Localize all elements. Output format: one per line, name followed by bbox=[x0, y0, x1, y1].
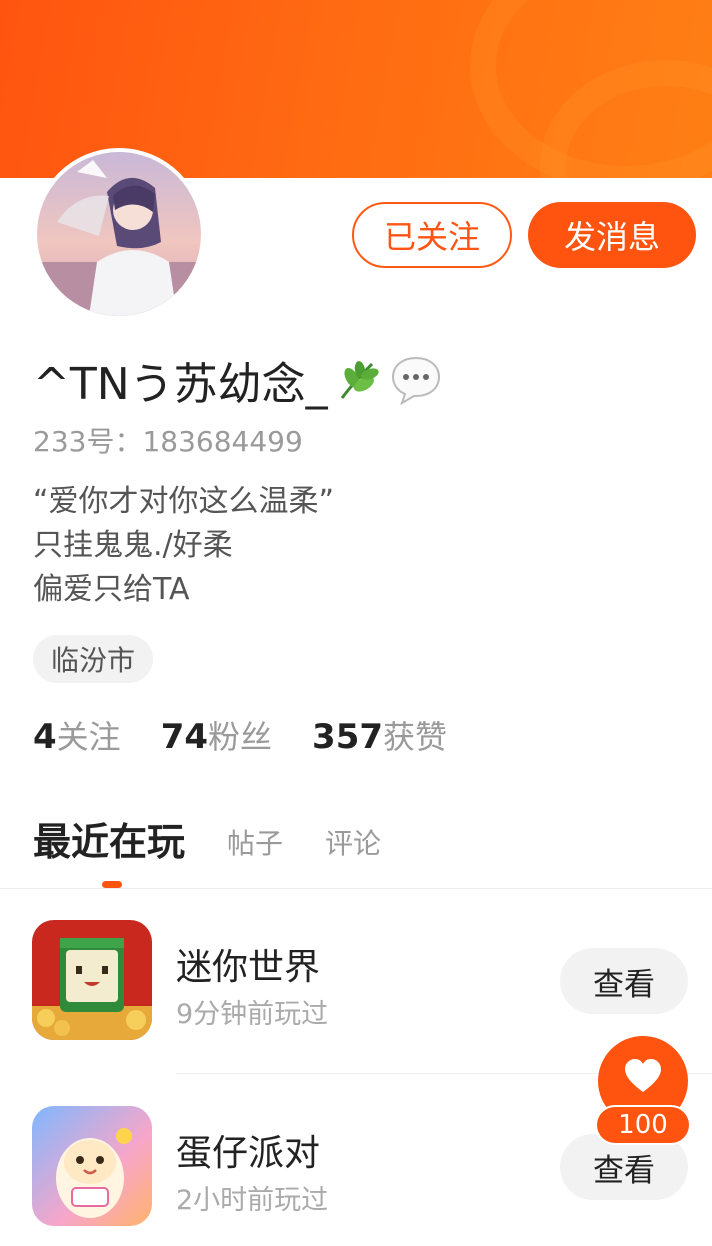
view-button[interactable]: 查看 bbox=[560, 1134, 688, 1200]
avatar[interactable] bbox=[33, 148, 205, 320]
avatar-image bbox=[37, 152, 201, 316]
send-message-button[interactable]: 发消息 bbox=[528, 202, 696, 268]
stat-following[interactable]: 4 关注 bbox=[33, 712, 121, 758]
bio-line: “爱你才对你这么温柔” bbox=[33, 484, 335, 519]
stat-label: 获赞 bbox=[383, 718, 448, 756]
game-title: 迷你世界 bbox=[176, 947, 321, 988]
list-item[interactable]: 迷你世界 9分钟前玩过 查看 bbox=[0, 920, 712, 1060]
content-tabs: 最近在玩 帖子 评论 bbox=[33, 812, 423, 872]
divider bbox=[0, 888, 712, 889]
profile-name: ^TNう苏幼念_ bbox=[33, 359, 328, 410]
chat-bubble-icon[interactable] bbox=[390, 354, 442, 406]
stat-number: 4 bbox=[33, 717, 57, 757]
tab-indicator bbox=[102, 881, 122, 888]
tab-posts[interactable]: 帖子 bbox=[227, 816, 283, 872]
stat-label: 关注 bbox=[56, 718, 121, 756]
bio-line: 偏爱只给TA bbox=[33, 572, 190, 607]
heart-icon bbox=[623, 1058, 663, 1094]
leaf-icon bbox=[334, 356, 382, 404]
game-played-time: 2小时前玩过 bbox=[176, 1185, 329, 1216]
game-played-time: 9分钟前玩过 bbox=[176, 999, 329, 1030]
stat-number: 357 bbox=[312, 717, 384, 757]
stats-row: 4 关注 74 粉丝 357 获赞 bbox=[33, 712, 487, 758]
stat-likes[interactable]: 357 获赞 bbox=[312, 712, 447, 758]
eggy-party-game-icon bbox=[32, 1106, 152, 1226]
tab-comments[interactable]: 评论 bbox=[325, 816, 381, 872]
tab-recently-played[interactable]: 最近在玩 bbox=[33, 812, 185, 872]
bio: “爱你才对你这么温柔” 只挂鬼鬼./好柔 偏爱只给TA bbox=[33, 480, 334, 612]
game-title: 蛋仔派对 bbox=[176, 1133, 321, 1174]
stat-followers[interactable]: 74 粉丝 bbox=[161, 712, 272, 758]
mini-world-game-icon bbox=[32, 920, 152, 1040]
user-id: 233号：183684499 bbox=[33, 425, 303, 458]
stat-number: 74 bbox=[160, 717, 209, 757]
like-count: 100 bbox=[597, 1107, 689, 1143]
city-tag: 临汾市 bbox=[33, 635, 154, 683]
name-row: ^TNう苏幼念_ bbox=[33, 350, 442, 410]
followed-button[interactable]: 已关注 bbox=[352, 202, 512, 268]
stat-label: 粉丝 bbox=[208, 718, 273, 756]
bio-line: 只挂鬼鬼./好柔 bbox=[33, 528, 233, 563]
view-button[interactable]: 查看 bbox=[560, 948, 688, 1014]
